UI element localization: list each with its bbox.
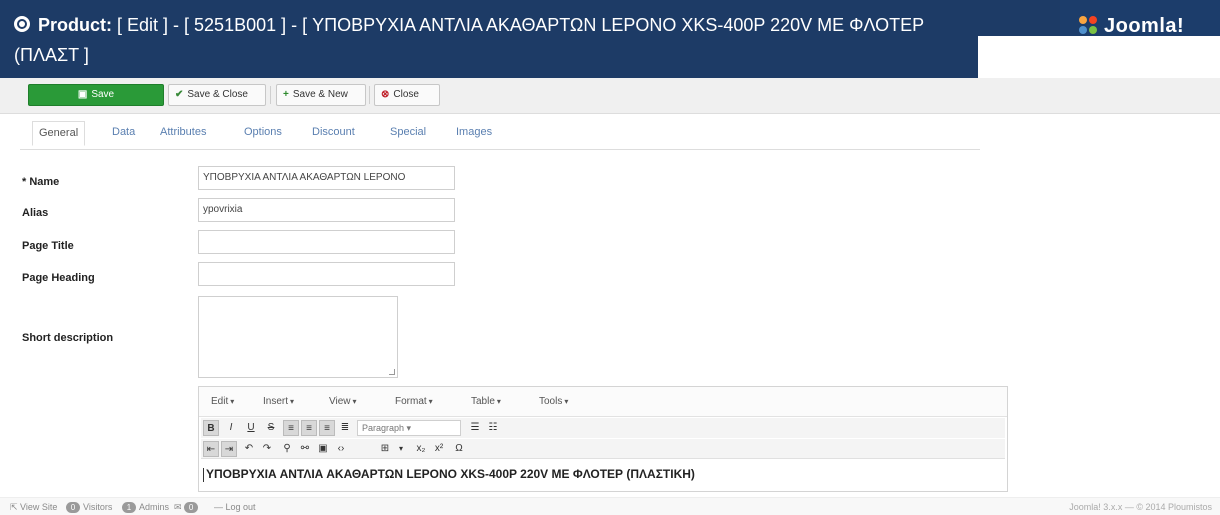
alias-label: Alias	[22, 207, 49, 219]
product-icon	[14, 16, 30, 32]
underline-icon[interactable]: U	[243, 420, 259, 436]
save-close-button[interactable]: ✔ Save & Close	[168, 84, 266, 106]
tab-images[interactable]: Images	[456, 126, 492, 138]
editor-content-text: ΥΠΟΒΡΥΧΙΑ ΑΝΤΛΙΑ ΑΚΑΘΑΡΤΩΝ LEPONO XKS-40…	[206, 467, 695, 481]
joomla-mark-icon	[1079, 16, 1097, 34]
admins-indicator: 1 Admins	[122, 502, 169, 513]
editor-menu-format[interactable]: Format ▾	[395, 396, 433, 407]
visitors-indicator: 0 Visitors	[66, 502, 112, 513]
plus-icon: +	[283, 89, 289, 100]
tab-attributes[interactable]: Attributes	[160, 126, 206, 138]
outdent-icon[interactable]: ⇤	[203, 441, 219, 457]
view-site-link[interactable]: ⇱ View Site	[10, 502, 57, 513]
page-title-prefix: Product:	[38, 15, 112, 35]
subscript-icon[interactable]: x₂	[413, 441, 429, 457]
save-icon: ▣	[77, 89, 88, 100]
table-dropdown-icon[interactable]: ▾	[393, 441, 409, 457]
redo-icon[interactable]: ↷	[259, 441, 275, 457]
editor-menu-edit[interactable]: Edit ▾	[211, 396, 234, 407]
save-new-button[interactable]: + Save & New	[276, 84, 366, 106]
joomla-logo[interactable]: Joomla!	[1078, 12, 1184, 38]
special-character-icon[interactable]: Ω	[451, 441, 467, 457]
toolbar: ▣ Save ✔ Save & Close + Save & New ⊗ Close	[0, 78, 1220, 114]
align-right-icon[interactable]: ≡	[319, 420, 335, 436]
page-title-line2: (ΠΛΑΣΤ ]	[14, 45, 89, 65]
numbered-list-icon[interactable]: ☷	[485, 420, 501, 436]
page-title: Product: [ Edit ] - [ 5251B001 ] - [ ΥΠΟ…	[14, 10, 1074, 70]
tab-options[interactable]: Options	[244, 126, 282, 138]
name-field[interactable]: ΥΠΟΒΡΥΧΙΑ ΑΝΤΛΙΑ ΑΚΑΘΑΡΤΩΝ LEPONO	[198, 166, 455, 190]
editor-toolbar-row-2: ⇤ ⇥ ↶ ↷ ⚲ ⚯ ▣ ‹› ⊞ ▾ x₂ x² Ω	[201, 439, 1005, 459]
page-heading-label: Page Heading	[22, 272, 95, 284]
tab-discount[interactable]: Discount	[312, 126, 355, 138]
page-heading-field[interactable]	[198, 262, 455, 286]
footer-version: Joomla! 3.x.x — © 2014 Ploumistos	[1069, 502, 1212, 512]
save-new-label: Save & New	[292, 89, 348, 100]
save-button[interactable]: ▣ Save	[28, 84, 164, 106]
save-close-label: Save & Close	[187, 89, 248, 100]
close-button[interactable]: ⊗ Close	[374, 84, 440, 106]
editor-content-area[interactable]: ΥΠΟΒΡΥΧΙΑ ΑΝΤΛΙΑ ΑΚΑΘΑΡΤΩΝ LEPONO XKS-40…	[203, 467, 1003, 482]
editor-menu-table[interactable]: Table ▾	[471, 396, 501, 407]
tab-data[interactable]: Data	[112, 126, 135, 138]
check-icon: ✔	[175, 89, 184, 100]
text-cursor	[203, 467, 204, 482]
close-icon: ⊗	[381, 89, 390, 100]
align-justify-icon[interactable]: ≣	[337, 420, 353, 436]
page-title-label: Page Title	[22, 240, 74, 252]
align-left-icon[interactable]: ≡	[283, 420, 299, 436]
align-center-icon[interactable]: ≡	[301, 420, 317, 436]
superscript-icon[interactable]: x²	[431, 441, 447, 457]
tab-bar: General Data Attributes Options Discount…	[20, 118, 980, 150]
status-bar: ⇱ View Site 0 Visitors 1 Admins ✉ 0 — Log …	[0, 497, 1220, 515]
messages-indicator[interactable]: ✉ 0	[174, 502, 201, 513]
logout-link[interactable]: — Log out	[214, 502, 256, 512]
table-icon[interactable]: ⊞	[377, 441, 393, 457]
link-icon[interactable]: ⚲	[279, 441, 295, 457]
editor-menu-tools[interactable]: Tools ▾	[539, 396, 568, 407]
name-label: * Name	[22, 176, 60, 188]
strikethrough-icon[interactable]: S	[263, 420, 279, 436]
header-bar: Product: [ Edit ] - [ 5251B001 ] - [ ΥΠΟ…	[0, 0, 1220, 78]
editor-menu-view[interactable]: View ▾	[329, 396, 357, 407]
close-label: Close	[393, 89, 419, 100]
bold-icon[interactable]: B	[203, 420, 219, 436]
italic-icon[interactable]: I	[223, 420, 239, 436]
page-title-field[interactable]	[198, 230, 455, 254]
paragraph-select[interactable]: Paragraph ▾	[357, 420, 461, 436]
toolbar-divider	[369, 86, 370, 104]
tab-special[interactable]: Special	[390, 126, 426, 138]
alias-field[interactable]: ypovrixia	[198, 198, 455, 222]
toolbar-divider	[270, 86, 271, 104]
resize-grip-icon[interactable]	[389, 369, 395, 375]
joomla-brand-text: Joomla!	[1104, 15, 1185, 37]
editor-menu-insert[interactable]: Insert ▾	[263, 396, 294, 407]
indent-icon[interactable]: ⇥	[221, 441, 237, 457]
image-icon[interactable]: ▣	[315, 441, 331, 457]
page-title-text: [ Edit ] - [ 5251B001 ] - [ ΥΠΟΒΡΥΧΙΑ ΑΝ…	[117, 15, 925, 35]
editor-toolbar-row-1: B I U S ≡ ≡ ≡ ≣ Paragraph ▾ ☰ ☷	[201, 418, 1005, 438]
header-white-block	[978, 36, 1220, 78]
undo-icon[interactable]: ↶	[241, 441, 257, 457]
editor-menubar: Edit ▾ Insert ▾ View ▾ Format ▾ Table ▾ Tools…	[199, 387, 1007, 417]
code-icon[interactable]: ‹›	[333, 441, 349, 457]
tab-general[interactable]: General	[32, 121, 86, 146]
save-label: Save	[91, 89, 115, 100]
short-description-textarea[interactable]	[198, 296, 398, 378]
short-description-label: Short description	[22, 332, 114, 344]
unlink-icon[interactable]: ⚯	[297, 441, 313, 457]
bullet-list-icon[interactable]: ☰	[467, 420, 483, 436]
description-editor: Edit ▾ Insert ▾ View ▾ Format ▾ Table ▾ Tools…	[198, 386, 1008, 492]
